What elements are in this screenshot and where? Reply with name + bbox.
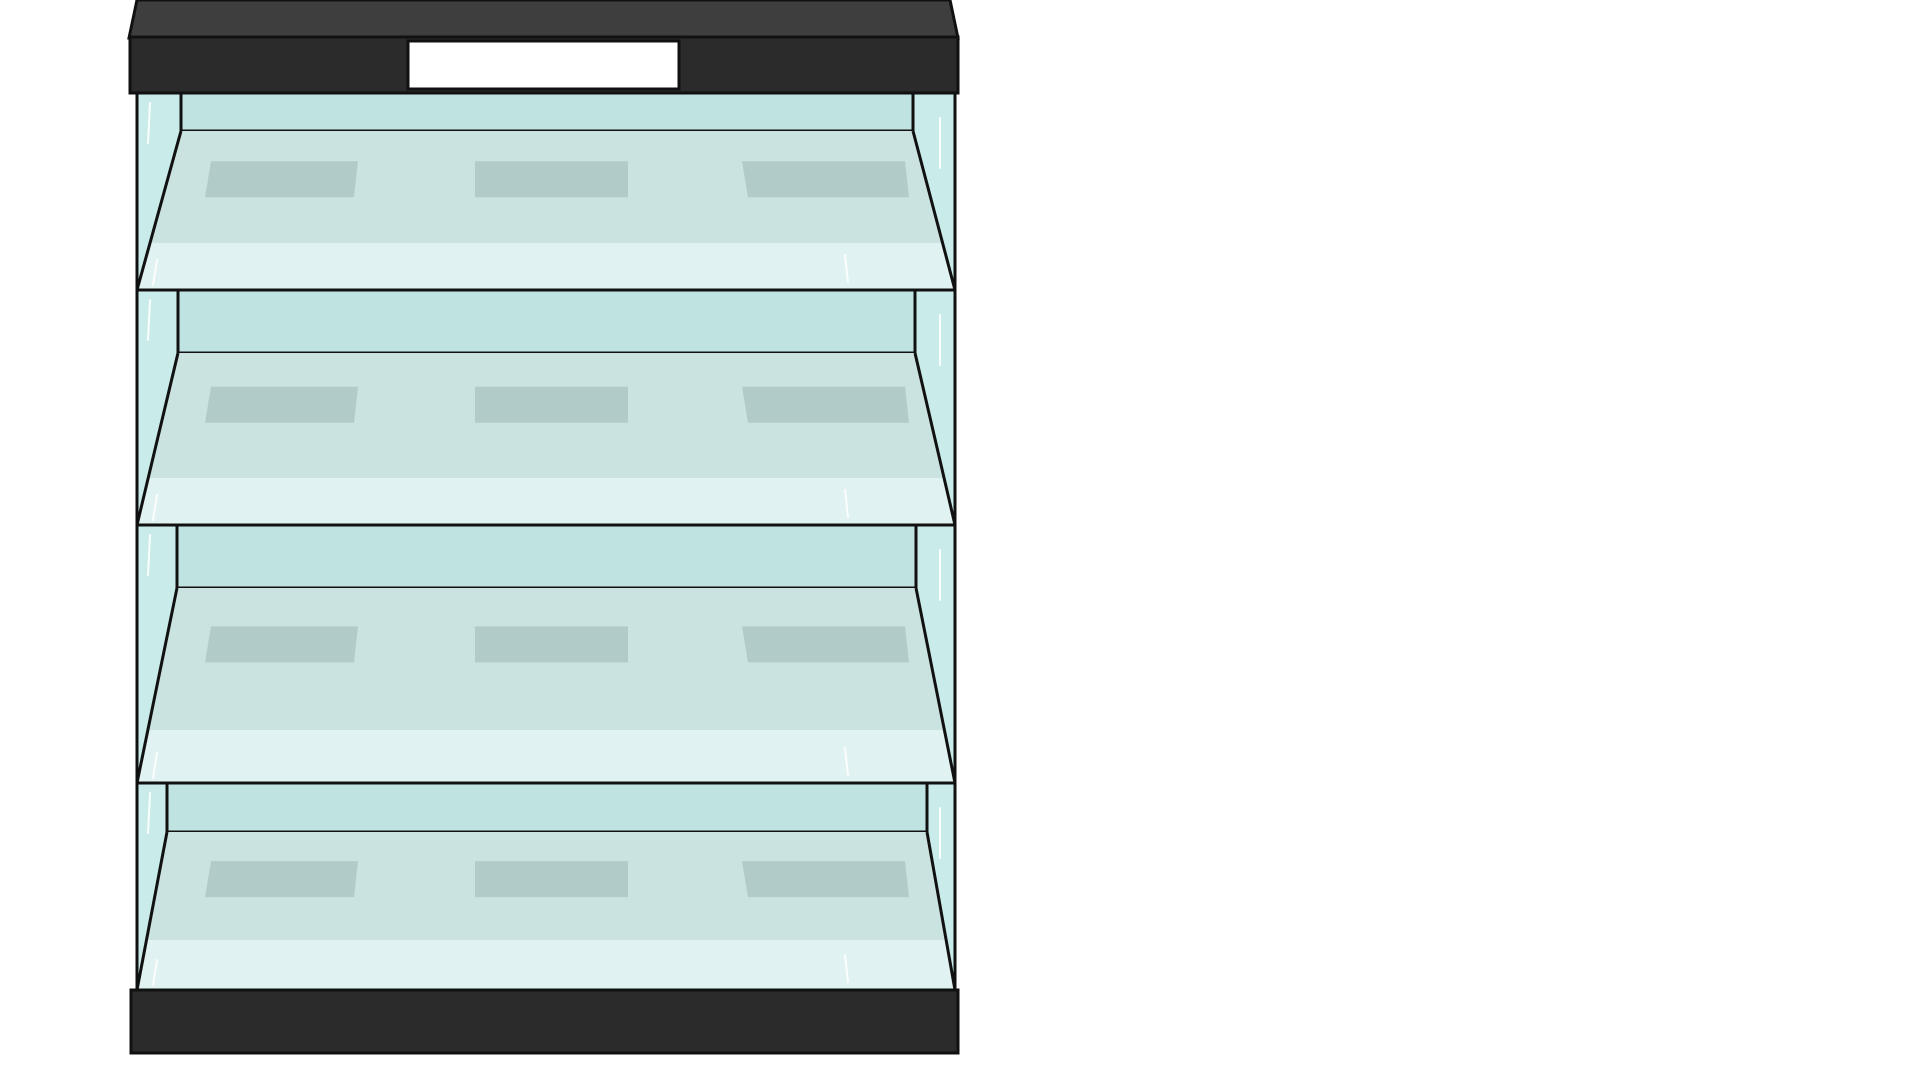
shelf-slot: [742, 161, 909, 198]
shelf-slot: [205, 626, 358, 663]
shelf-slot: [475, 386, 628, 423]
shelf-front-edge: [137, 730, 955, 783]
case-top-cap: [127, 0, 960, 40]
shelf-back-panel: [175, 523, 918, 590]
case-base: [129, 988, 960, 1055]
shelf-front-edge: [137, 940, 955, 990]
shelf-tier: [135, 91, 957, 292]
shelf-tier: [135, 288, 957, 527]
case-header-sign: [406, 39, 681, 91]
shelf-slot: [205, 386, 358, 423]
shelf-back-panel: [176, 288, 917, 355]
shelf-slot: [475, 161, 628, 198]
shelf-slot: [475, 626, 628, 663]
glass-display-case: [127, 0, 960, 1055]
shelf-tier: [135, 781, 957, 992]
shelf-tier: [135, 523, 957, 785]
shelf-slot: [205, 861, 358, 898]
shelf-slot: [742, 386, 909, 423]
scene: [0, 0, 1920, 1080]
shelf-slot: [742, 626, 909, 663]
shelf-front-edge: [137, 478, 955, 525]
shelf-slot: [205, 161, 358, 198]
shelf-back-panel: [179, 91, 915, 133]
shelf-front-edge: [137, 243, 955, 290]
shelf-back-panel: [165, 781, 929, 834]
shelf-slot: [475, 861, 628, 898]
shelves: [135, 91, 957, 992]
shelf-slot: [742, 861, 909, 898]
